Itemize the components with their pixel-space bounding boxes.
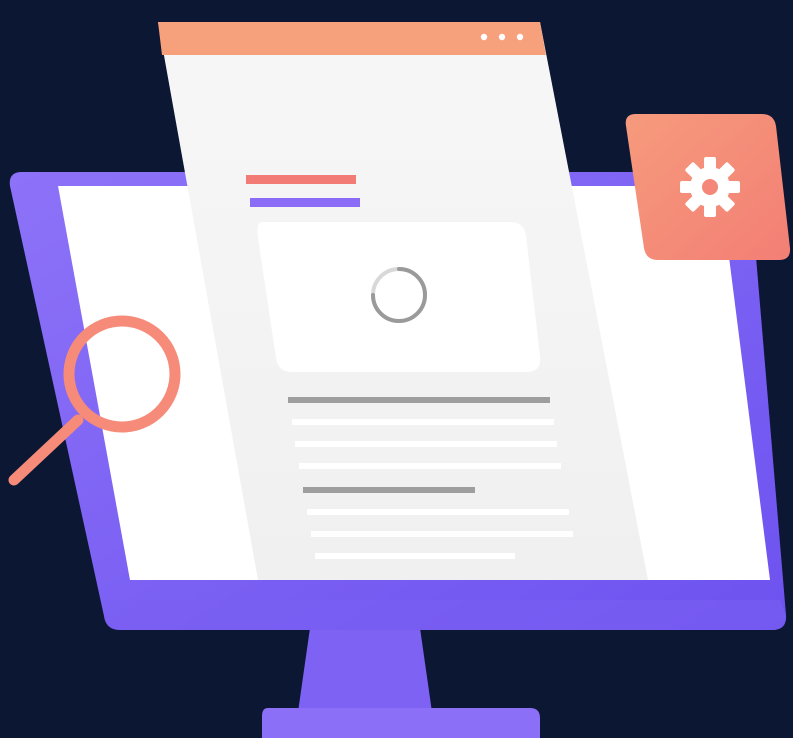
heading-bar-purple	[250, 198, 360, 207]
titlebar-dot	[498, 33, 506, 41]
settings-badge	[625, 114, 791, 260]
titlebar-dot	[516, 33, 524, 41]
titlebar-dot	[480, 33, 488, 41]
window-titlebar	[158, 22, 546, 55]
monitor-stand	[262, 628, 540, 738]
illustration-scene	[0, 0, 793, 738]
heading-bar-red	[246, 175, 356, 184]
illustration-svg	[8, 22, 791, 738]
media-placeholder	[257, 222, 541, 372]
